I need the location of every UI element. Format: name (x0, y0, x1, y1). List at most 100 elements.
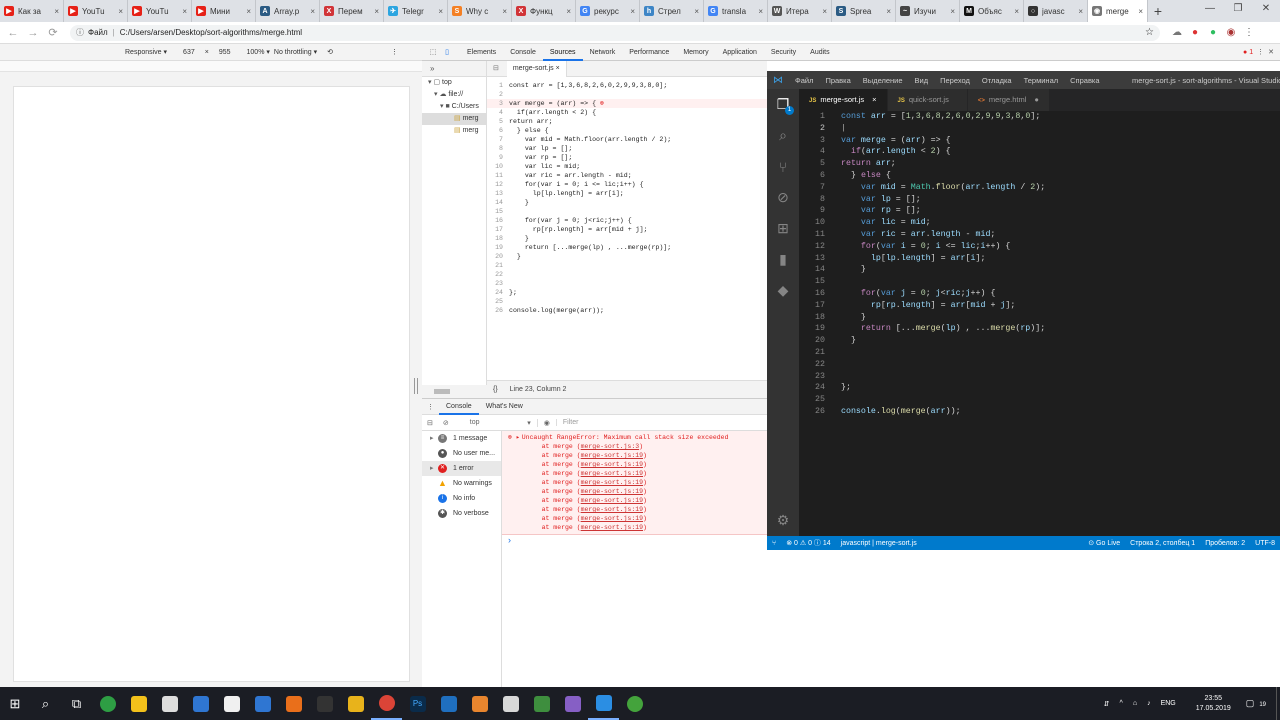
tab-close-icon[interactable]: × (502, 7, 507, 16)
stack-link[interactable]: merge-sort.js:19 (581, 488, 643, 495)
line-number[interactable]: 2 (487, 90, 506, 99)
stack-link[interactable]: merge-sort.js:19 (581, 479, 643, 486)
app-film-taskbar-icon[interactable] (309, 687, 340, 720)
app-blue-taskbar-icon[interactable] (185, 687, 216, 720)
navigator-item[interactable]: ▤ merg (422, 125, 486, 137)
search-taskbar-icon[interactable]: ⌕ (30, 687, 61, 720)
console-prompt[interactable]: › (502, 535, 767, 549)
line-number[interactable]: 14 (487, 198, 506, 207)
line-number[interactable]: 13 (487, 189, 506, 198)
line-number[interactable]: 15 (487, 207, 506, 216)
viewport-width[interactable]: 637 (183, 49, 195, 56)
devtools-tab-application[interactable]: Application (716, 44, 764, 61)
browser-tab[interactable]: M Объяс × (960, 0, 1024, 22)
inspect-icon[interactable]: ⬚ (426, 48, 440, 56)
line-number[interactable]: 23 (487, 279, 506, 288)
stack-link[interactable]: merge-sort.js:19 (581, 515, 643, 522)
tab-close-icon[interactable]: × (438, 7, 443, 16)
notification-icon[interactable]: ▢ 19 (1241, 698, 1276, 709)
console-filter-item[interactable]: ▸ ≡ 1 message (422, 431, 501, 446)
app-ball-taskbar-icon[interactable] (340, 687, 371, 720)
device-toggle-icon[interactable]: ▯ (440, 48, 454, 56)
line-number[interactable]: 26 (487, 306, 506, 315)
devtools-tab-security[interactable]: Security (764, 44, 803, 61)
error-headline[interactable]: ⊗ ▸ Uncaught RangeError: Maximum call sta… (508, 433, 767, 442)
source-control-icon[interactable]: ⑂ (767, 151, 799, 182)
stack-link[interactable]: merge-sort.js:19 (581, 461, 643, 468)
browser-tab[interactable]: ◉ merge × (1088, 0, 1148, 22)
app-globe-taskbar-icon[interactable] (433, 687, 464, 720)
minimize-icon[interactable]: — (1196, 0, 1224, 22)
device-mode-select[interactable]: Responsive ▾ (125, 48, 167, 56)
browser-tab[interactable]: ○ javasc × (1024, 0, 1088, 22)
vscode-tab[interactable]: JS merge-sort.js × (799, 89, 888, 111)
line-number[interactable]: 7 (487, 135, 506, 144)
devtools-tab-sources[interactable]: Sources (542, 44, 583, 61)
app-mail-taskbar-icon[interactable] (154, 687, 185, 720)
line-number[interactable]: 11 (487, 171, 506, 180)
info-icon[interactable]: ⓘ (76, 27, 84, 38)
clock[interactable]: 23:55 17.05.2019 (1186, 694, 1241, 714)
stack-link[interactable]: merge-sort.js:19 (581, 470, 643, 477)
console-filter-input[interactable]: Filter (555, 419, 736, 426)
line-number[interactable]: 9 (487, 153, 506, 162)
tab-close-icon[interactable]: × (758, 7, 763, 16)
stack-link[interactable]: merge-sort.js:3 (581, 443, 640, 450)
line-number[interactable]: 16 (487, 216, 506, 225)
browser-tab[interactable]: Gрекурс × (576, 0, 640, 22)
wifi-icon[interactable]: ⌂ (1128, 700, 1142, 708)
drawer-menu-icon[interactable]: ⋮ (422, 403, 439, 411)
app-leaf-taskbar-icon[interactable] (619, 687, 650, 720)
tab-close-icon[interactable]: × (950, 7, 955, 16)
menu-item[interactable]: Отладка (976, 76, 1018, 85)
navigator-header[interactable]: » (422, 61, 486, 77)
line-number[interactable]: 6 (487, 126, 506, 135)
expand-icon[interactable]: ▸ (430, 461, 438, 476)
error-badge[interactable]: ● 1 (1243, 49, 1253, 56)
photoshop-taskbar-icon[interactable]: Ps (402, 687, 433, 720)
line-number[interactable]: 17 (487, 225, 506, 234)
explorer-icon[interactable]: ❐ 1 (767, 89, 799, 120)
browser-tab[interactable]: S Sprea × (832, 0, 896, 22)
star-icon[interactable]: ☆ (1145, 27, 1154, 38)
tab-close-icon[interactable]: × (246, 7, 251, 16)
browser-tab[interactable]: ~ Изучи × (896, 0, 960, 22)
app-green-taskbar-icon[interactable] (92, 687, 123, 720)
console-filter-item[interactable]: ● No user me... (422, 446, 501, 461)
file-tab-merge-sort[interactable]: merge-sort.js × (506, 61, 567, 77)
encoding-status[interactable]: UTF-8 (1250, 540, 1280, 547)
tray-chevron-icon[interactable]: ^ (1115, 700, 1128, 708)
context-select[interactable]: top ▾ (458, 418, 538, 427)
bookmark-icon[interactable]: ▮ (767, 244, 799, 275)
browser-tab[interactable]: X Перем × (320, 0, 384, 22)
browser-tab[interactable]: ▶ YouTu × (64, 0, 128, 22)
go-live-button[interactable]: ⊙ Go Live (1083, 539, 1125, 547)
tab-close-icon[interactable]: × (1014, 7, 1019, 16)
viewport-height[interactable]: 955 (219, 49, 231, 56)
vscode-tab[interactable]: <> merge.html ● (967, 89, 1050, 111)
maximize-icon[interactable]: ❐ (1224, 0, 1252, 22)
expand-icon[interactable]: ▸ (430, 431, 438, 446)
menu-item[interactable]: Терминал (1018, 76, 1065, 85)
menu-icon[interactable]: ⋮ (1240, 27, 1258, 38)
line-number[interactable]: 10 (487, 162, 506, 171)
pretty-print-icon[interactable]: {} (493, 386, 498, 393)
devtools-close-icon[interactable]: ✕ (1268, 48, 1274, 56)
browser-tab[interactable]: h Стрел × (640, 0, 704, 22)
menu-item[interactable]: Переход (934, 76, 976, 85)
viewport-resize-handle[interactable] (414, 378, 418, 394)
indentation-status[interactable]: Пробелов: 2 (1200, 540, 1250, 547)
tab-close-icon[interactable]: × (118, 7, 123, 16)
tab-close-icon[interactable]: × (1078, 7, 1083, 16)
line-number[interactable]: 18 (487, 234, 506, 243)
remote-icon[interactable]: ⑂ (767, 540, 781, 547)
forward-icon[interactable]: → (26, 27, 40, 39)
zoom-select[interactable]: 100% ▾ (247, 48, 270, 56)
tab-close-icon[interactable]: × (872, 95, 876, 104)
evernote-extension-icon[interactable]: ● (1204, 27, 1222, 38)
app-fire-taskbar-icon[interactable] (278, 687, 309, 720)
tab-close-icon[interactable]: × (566, 7, 571, 16)
app-folder-taskbar-icon[interactable] (247, 687, 278, 720)
page-viewport[interactable] (13, 86, 410, 682)
settings-gear-icon[interactable]: ⚙ (767, 505, 799, 536)
